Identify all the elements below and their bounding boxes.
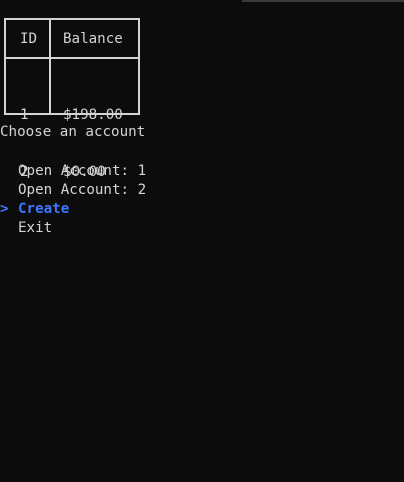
menu-cursor: > — [0, 201, 9, 217]
menu-item-label: Open Account: 2 — [18, 182, 147, 198]
table-header-balance: Balance — [63, 31, 123, 47]
menu-item-open-account-1[interactable]: Open Account: 1 — [0, 162, 146, 181]
menu-item-create[interactable]: > Create — [0, 200, 69, 219]
menu-item-exit[interactable]: Exit — [0, 219, 52, 238]
account-menu: Open Account: 1 Open Account: 2 > Create… — [0, 162, 146, 238]
accounts-table: ID Balance 1 2 $198.00 $0.00 — [4, 18, 140, 180]
table-header-id: ID — [20, 31, 38, 47]
window-top-strip — [242, 0, 404, 2]
menu-item-open-account-2[interactable]: Open Account: 2 — [0, 181, 146, 200]
menu-item-label: Open Account: 1 — [18, 163, 147, 179]
menu-item-label: Exit — [18, 220, 53, 236]
menu-item-label: Create — [18, 201, 70, 217]
table-header-divider — [6, 57, 138, 59]
prompt-text: Choose an account — [0, 124, 146, 140]
